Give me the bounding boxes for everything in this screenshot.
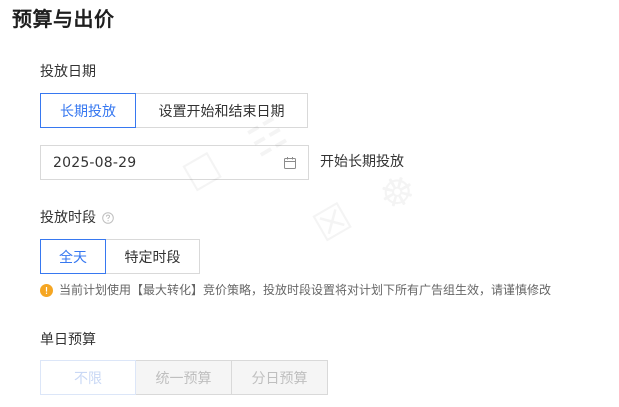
start-date-value: 2025-08-29 <box>53 154 137 171</box>
schedule-label: 投放日期 <box>40 64 96 80</box>
warning-circle-icon <box>40 283 53 297</box>
watermark-glyph: ☸ <box>371 164 425 222</box>
schedule-option-long-term[interactable]: 长期投放 <box>40 93 136 128</box>
watermark-glyph: ☒ <box>306 194 360 252</box>
page-title: 预算与出价 <box>12 7 115 31</box>
question-circle-icon[interactable] <box>102 212 114 224</box>
date-suffix-text: 开始长期投放 <box>320 154 404 170</box>
schedule-segmented-control: 长期投放 设置开始和结束日期 <box>40 93 308 128</box>
time-period-notice: 当前计划使用【最大转化】竞价策略，投放时段设置将对计划下所有广告组生效，请谨慎修… <box>40 282 551 298</box>
time-period-label: 投放时段 <box>40 210 96 226</box>
daily-budget-option-unified[interactable]: 统一预算 <box>135 360 232 395</box>
daily-budget-label: 单日预算 <box>40 332 96 348</box>
time-period-option-specific[interactable]: 特定时段 <box>105 239 200 274</box>
schedule-option-date-range[interactable]: 设置开始和结束日期 <box>135 93 308 128</box>
daily-budget-segmented-control: 不限 统一预算 分日预算 <box>40 360 328 395</box>
daily-budget-option-unlimited[interactable]: 不限 <box>40 360 136 395</box>
start-date-picker[interactable]: 2025-08-29 <box>40 145 309 180</box>
time-period-option-all-day[interactable]: 全天 <box>40 239 106 274</box>
watermark: ☐ ☷ ☒ ☸ <box>165 109 455 310</box>
calendar-icon[interactable] <box>283 156 297 170</box>
daily-budget-option-per-day[interactable]: 分日预算 <box>231 360 328 395</box>
time-period-label-row: 投放时段 <box>40 208 114 228</box>
notice-text: 当前计划使用【最大转化】竞价策略，投放时段设置将对计划下所有广告组生效，请谨慎修… <box>59 283 552 297</box>
time-period-segmented-control: 全天 特定时段 <box>40 239 200 274</box>
